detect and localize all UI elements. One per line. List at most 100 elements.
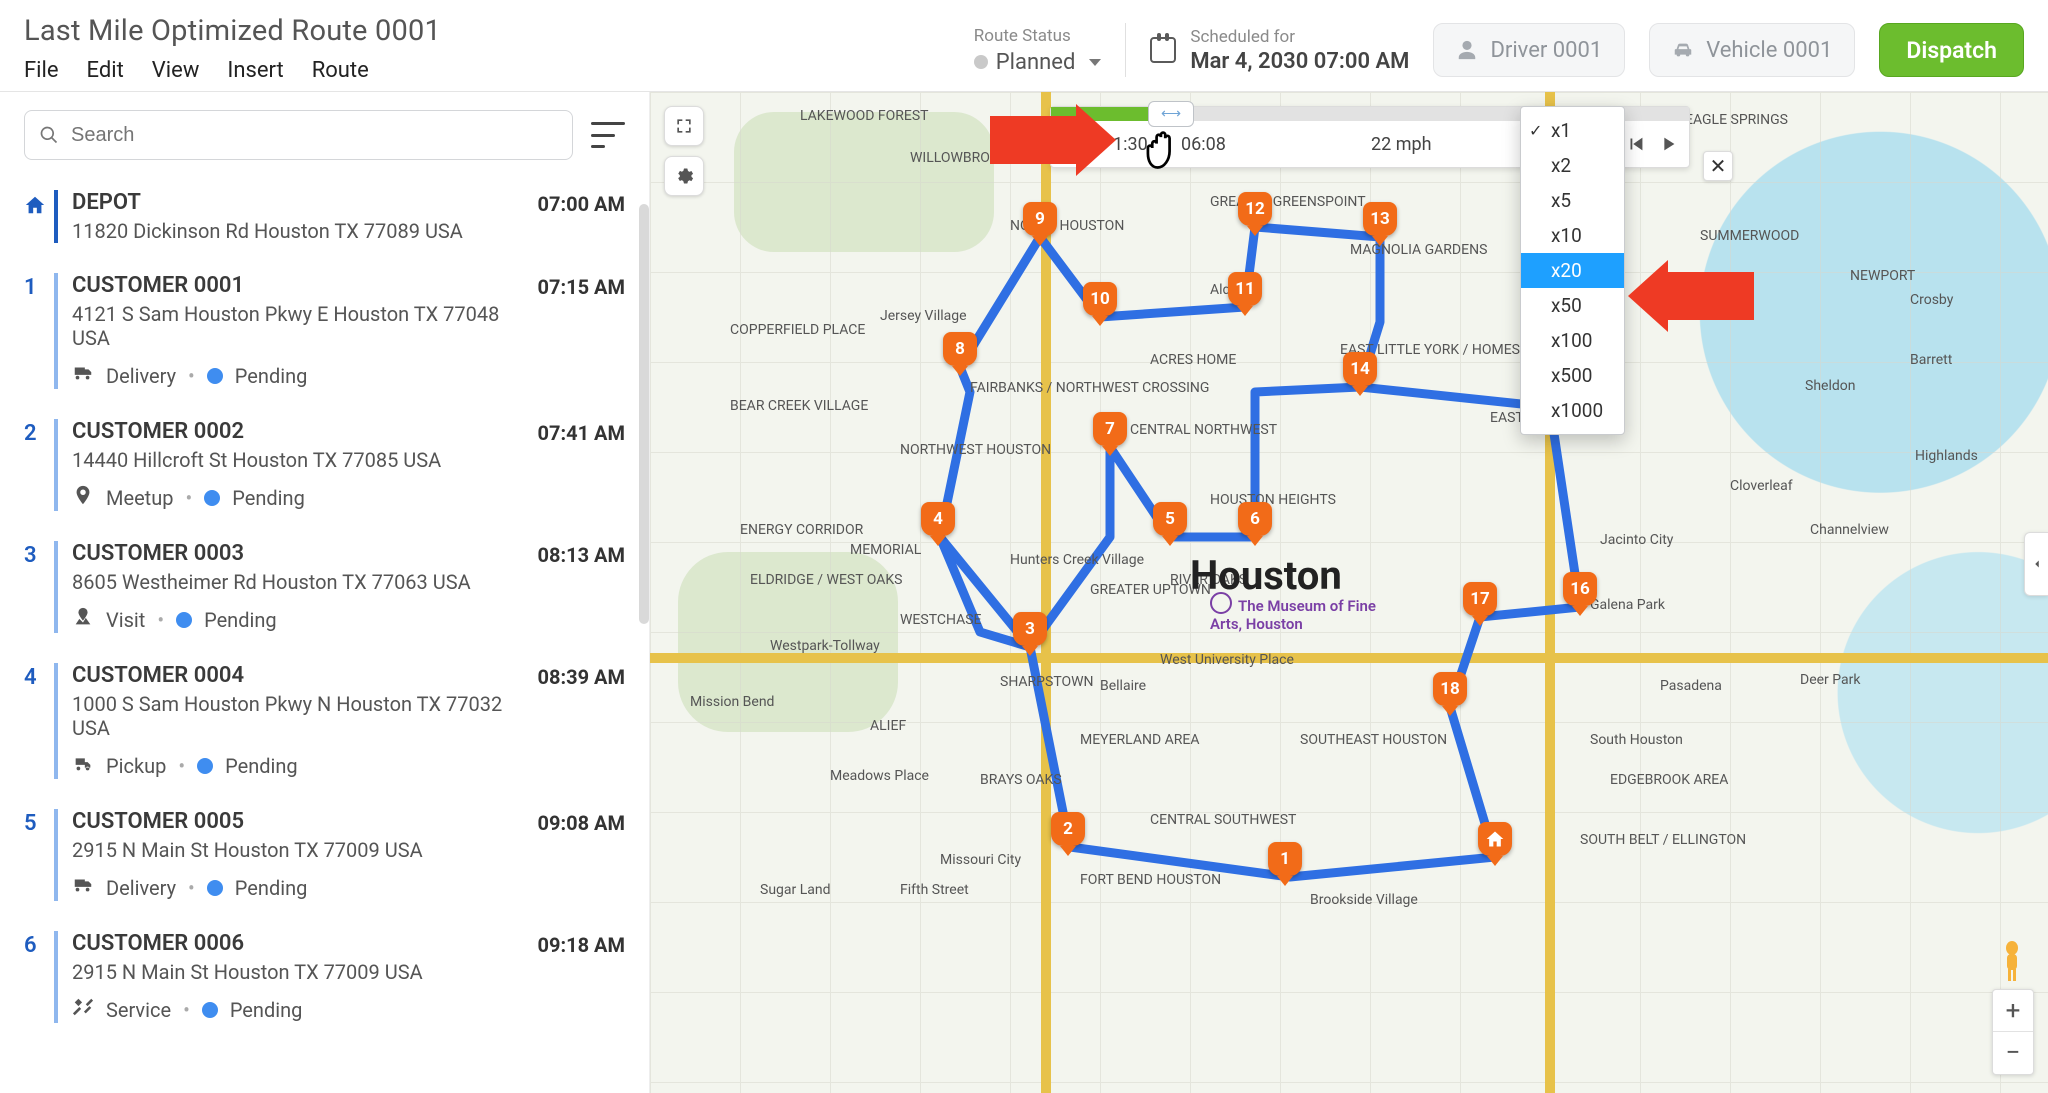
- map-area-label: MEMORIAL: [850, 542, 921, 558]
- map-area-label: Cloverleaf: [1730, 478, 1793, 494]
- stop-row[interactable]: 1 CUSTOMER 0001 4121 S Sam Houston Pkwy …: [0, 259, 649, 405]
- poi-museum[interactable]: The Museum of Fine Arts, Houston: [1210, 592, 1390, 633]
- map-area-label: Jacinto City: [1600, 532, 1673, 548]
- stop-row[interactable]: 4 CUSTOMER 0004 1000 S Sam Houston Pkwy …: [0, 649, 649, 795]
- waypoint-marker[interactable]: 7: [1093, 412, 1127, 452]
- driver-pill-label: Driver 0001: [1490, 38, 1602, 63]
- map-area-label: Meadows Place: [830, 768, 929, 784]
- map-area-label: Sheldon: [1805, 378, 1855, 394]
- status-dot-icon: [202, 1002, 218, 1018]
- speed-option[interactable]: x2: [1521, 148, 1624, 183]
- pegman-icon[interactable]: [1996, 941, 2028, 983]
- speed-option[interactable]: x20: [1521, 253, 1624, 288]
- map-area-label: Fifth Street: [900, 882, 969, 898]
- waypoint-marker[interactable]: 14: [1343, 352, 1377, 392]
- dispatch-button[interactable]: Dispatch: [1879, 23, 2024, 77]
- speed-option[interactable]: x500: [1521, 358, 1624, 393]
- stop-type: Visit: [106, 608, 145, 632]
- driver-pill[interactable]: Driver 0001: [1433, 23, 1625, 77]
- depot-name: DEPOT: [72, 190, 515, 215]
- zoom-out-button[interactable]: −: [1993, 1032, 2033, 1074]
- stop-time: 08:39 AM: [515, 663, 625, 779]
- menu-file[interactable]: File: [24, 58, 59, 83]
- search-input[interactable]: [71, 124, 558, 147]
- speed-option[interactable]: ✓x1: [1521, 113, 1624, 148]
- menu-edit[interactable]: Edit: [87, 58, 124, 83]
- skip-back-icon[interactable]: [1625, 133, 1647, 155]
- stop-number: 1: [24, 273, 58, 389]
- map-area-label: SOUTHEAST HOUSTON: [1300, 732, 1447, 748]
- stop-status: Pending: [235, 364, 308, 388]
- map-area-label: FAIRBANKS / NORTHWEST CROSSING: [970, 380, 1209, 396]
- zoom-in-button[interactable]: +: [1993, 990, 2033, 1032]
- waypoint-marker[interactable]: 10: [1083, 282, 1117, 322]
- waypoint-marker[interactable]: 9: [1023, 202, 1057, 242]
- calendar-icon: [1150, 37, 1176, 63]
- map-area-label: EDGEBROOK AREA: [1610, 772, 1728, 788]
- side-panel-handle[interactable]: [2024, 532, 2048, 596]
- search-box[interactable]: [24, 110, 573, 160]
- stop-row[interactable]: 2 CUSTOMER 0002 14440 Hillcroft St Houst…: [0, 405, 649, 527]
- callout-arrow-speed: [1628, 260, 1754, 332]
- waypoint-marker[interactable]: 11: [1228, 272, 1262, 312]
- playback-close-button[interactable]: ✕: [1703, 151, 1733, 181]
- speed-option[interactable]: x1000: [1521, 393, 1624, 428]
- dispatch-label: Dispatch: [1906, 37, 1997, 64]
- stop-name: CUSTOMER 0006: [72, 931, 515, 956]
- menu-route[interactable]: Route: [312, 58, 369, 83]
- map-area-label: GREATER GREENSPOINT: [1210, 194, 1366, 210]
- waypoint-marker[interactable]: 3: [1013, 612, 1047, 652]
- map-area-label: COPPERFIELD PLACE: [730, 322, 865, 338]
- stop-row[interactable]: 6 CUSTOMER 0006 2915 N Main St Houston T…: [0, 917, 649, 1039]
- speed-option[interactable]: x10: [1521, 218, 1624, 253]
- stop-row[interactable]: 5 CUSTOMER 0005 2915 N Main St Houston T…: [0, 795, 649, 917]
- stop-depot[interactable]: DEPOT 11820 Dickinson Rd Houston TX 7708…: [0, 176, 649, 259]
- stop-number: 2: [24, 419, 58, 511]
- sort-button[interactable]: [591, 122, 625, 148]
- waypoint-marker[interactable]: 4: [921, 502, 955, 542]
- waypoint-marker[interactable]: 18: [1433, 672, 1467, 712]
- map-pane[interactable]: LAKEWOOD FORESTWILLOWBROOKNORTH HOUSTONG…: [650, 92, 2048, 1093]
- waypoint-marker[interactable]: 17: [1463, 582, 1497, 622]
- fullscreen-button[interactable]: [664, 106, 704, 146]
- stop-type-icon: [72, 484, 94, 511]
- waypoint-marker[interactable]: 2: [1051, 812, 1085, 852]
- waypoint-marker[interactable]: 16: [1563, 572, 1597, 612]
- menu-insert[interactable]: Insert: [227, 58, 283, 83]
- stop-name: CUSTOMER 0005: [72, 809, 515, 834]
- waypoint-marker[interactable]: 12: [1238, 192, 1272, 232]
- speed-option[interactable]: x100: [1521, 323, 1624, 358]
- settings-button[interactable]: [664, 156, 704, 196]
- waypoint-marker[interactable]: 5: [1153, 502, 1187, 542]
- waypoint-marker[interactable]: 13: [1363, 202, 1397, 242]
- map-area-label: ENERGY CORRIDOR: [740, 522, 863, 538]
- speed-option[interactable]: x50: [1521, 288, 1624, 323]
- speed-option[interactable]: x5: [1521, 183, 1624, 218]
- play-icon[interactable]: [1657, 133, 1679, 155]
- menu-view[interactable]: View: [152, 58, 200, 83]
- map-area-label: West University Place: [1160, 652, 1294, 668]
- depot-time: 07:00 AM: [515, 190, 625, 243]
- stop-name: CUSTOMER 0001: [72, 273, 515, 298]
- route-status[interactable]: Route Status Planned: [974, 26, 1102, 75]
- map-area-label: Mission Bend: [690, 694, 774, 710]
- map-area-label: FORT BEND HOUSTON: [1080, 872, 1221, 888]
- gear-icon: [674, 166, 694, 186]
- map-area-label: South Houston: [1590, 732, 1683, 748]
- stop-number: 3: [24, 541, 58, 633]
- stop-type: Meetup: [106, 486, 173, 510]
- scheduled-block[interactable]: Scheduled for Mar 4, 2030 07:00 AM: [1150, 27, 1409, 74]
- vehicle-pill[interactable]: Vehicle 0001: [1649, 23, 1855, 77]
- scrollbar[interactable]: [639, 204, 649, 624]
- route-status-label: Route Status: [974, 26, 1102, 46]
- menu-bar: File Edit View Insert Route: [24, 58, 441, 83]
- stops-list: DEPOT 11820 Dickinson Rd Houston TX 7708…: [0, 170, 649, 1093]
- map-area-label: Galena Park: [1590, 597, 1665, 613]
- fullscreen-icon: [674, 116, 694, 136]
- stop-row[interactable]: 3 CUSTOMER 0003 8605 Westheimer Rd Houst…: [0, 527, 649, 649]
- waypoint-marker[interactable]: 6: [1238, 502, 1272, 542]
- waypoint-marker[interactable]: 1: [1268, 842, 1302, 882]
- waypoint-marker[interactable]: 8: [943, 332, 977, 372]
- status-dot-icon: [176, 612, 192, 628]
- waypoint-home[interactable]: [1478, 822, 1512, 862]
